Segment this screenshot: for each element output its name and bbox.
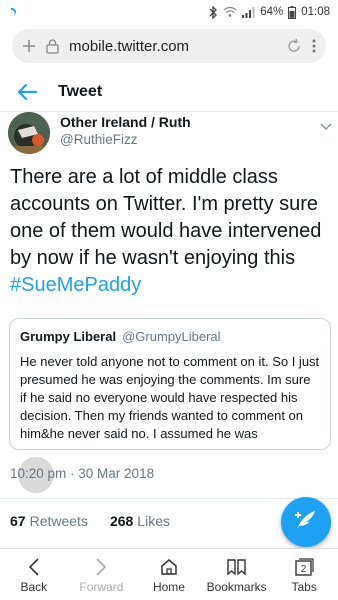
battery-percent: 64% <box>260 6 284 18</box>
status-left <box>8 6 20 18</box>
likes-stat[interactable]: 268 Likes <box>110 513 170 529</box>
back-arrow-icon[interactable] <box>14 79 40 105</box>
likes-count: 268 <box>109 513 134 529</box>
status-right: 64% 01:08 <box>209 5 330 19</box>
nav-tabs-button[interactable]: 2 Tabs <box>270 549 338 600</box>
quote-header: Grumpy Liberal @GrumpyLiberal <box>20 329 320 344</box>
tweet-body: There are a lot of middle class accounts… <box>10 166 322 269</box>
tweet-timestamp: 10:20 pm · 30 Mar 2018 <box>10 466 155 481</box>
retweets-count: 67 <box>10 513 26 529</box>
nav-back-label: Back <box>20 579 48 594</box>
browser-toolbar: mobile.twitter.com <box>0 24 338 68</box>
tweet-stats: 67 Retweets 268 Likes <box>10 513 170 529</box>
nav-home-button[interactable]: Home <box>135 549 203 600</box>
divider <box>0 498 338 499</box>
status-bar: 64% 01:08 <box>0 0 338 24</box>
compose-button[interactable] <box>281 497 331 547</box>
bookmarks-icon <box>226 556 248 578</box>
nav-home-label: Home <box>152 579 185 594</box>
hashtag-link[interactable]: #SueMePaddy <box>10 274 141 296</box>
notification-icon <box>8 6 20 18</box>
nav-forward-label: Forward <box>79 579 124 594</box>
nav-forward-button[interactable]: Forward <box>68 549 136 600</box>
more-icon[interactable] <box>312 39 316 53</box>
nav-bookmarks-button[interactable]: Bookmarks <box>203 549 271 600</box>
back-icon <box>28 556 40 578</box>
url-text[interactable]: mobile.twitter.com <box>69 38 276 55</box>
bluetooth-icon <box>209 5 218 19</box>
avatar[interactable] <box>8 112 50 154</box>
refresh-icon[interactable] <box>286 38 302 54</box>
tweet-author[interactable]: Other Ireland / Ruth @RuthieFizz <box>8 112 332 156</box>
address-bar[interactable]: mobile.twitter.com <box>12 29 326 63</box>
author-handle[interactable]: @RuthieFizz <box>60 132 191 147</box>
tweet-header: Tweet <box>0 72 338 112</box>
nav-bookmarks-label: Bookmarks <box>206 579 267 594</box>
likes-label: Likes <box>137 513 170 529</box>
tweet-text: There are a lot of middle class accounts… <box>10 164 332 299</box>
quote-author-handle: @GrumpyLiberal <box>122 329 221 344</box>
nav-tabs-label: Tabs <box>291 579 317 594</box>
retweets-label: Retweets <box>29 513 88 529</box>
add-tab-icon[interactable] <box>22 39 36 53</box>
author-info: Other Ireland / Ruth @RuthieFizz <box>60 114 191 156</box>
signal-icon <box>242 6 255 18</box>
status-time: 01:08 <box>301 6 330 18</box>
wifi-icon <box>223 6 237 18</box>
quote-text: He never told anyone not to comment on i… <box>20 354 320 441</box>
quote-author-name: Grumpy Liberal <box>20 329 117 344</box>
tabs-count: 2 <box>301 564 307 575</box>
home-icon <box>160 556 178 578</box>
quote-tweet[interactable]: Grumpy Liberal @GrumpyLiberal He never t… <box>9 318 331 450</box>
chevron-down-icon[interactable] <box>320 118 332 136</box>
tabs-icon: 2 <box>294 556 314 578</box>
retweets-stat[interactable]: 67 Retweets <box>10 513 88 529</box>
browser-bottom-bar: Back Forward Home Bookmarks 2 Tabs <box>0 548 338 600</box>
page-title: Tweet <box>58 82 103 100</box>
nav-back-button[interactable]: Back <box>0 549 68 600</box>
author-name[interactable]: Other Ireland / Ruth <box>60 114 191 130</box>
compose-icon <box>294 509 318 536</box>
lock-icon <box>46 38 59 54</box>
forward-icon <box>95 556 107 578</box>
battery-icon <box>288 5 297 19</box>
